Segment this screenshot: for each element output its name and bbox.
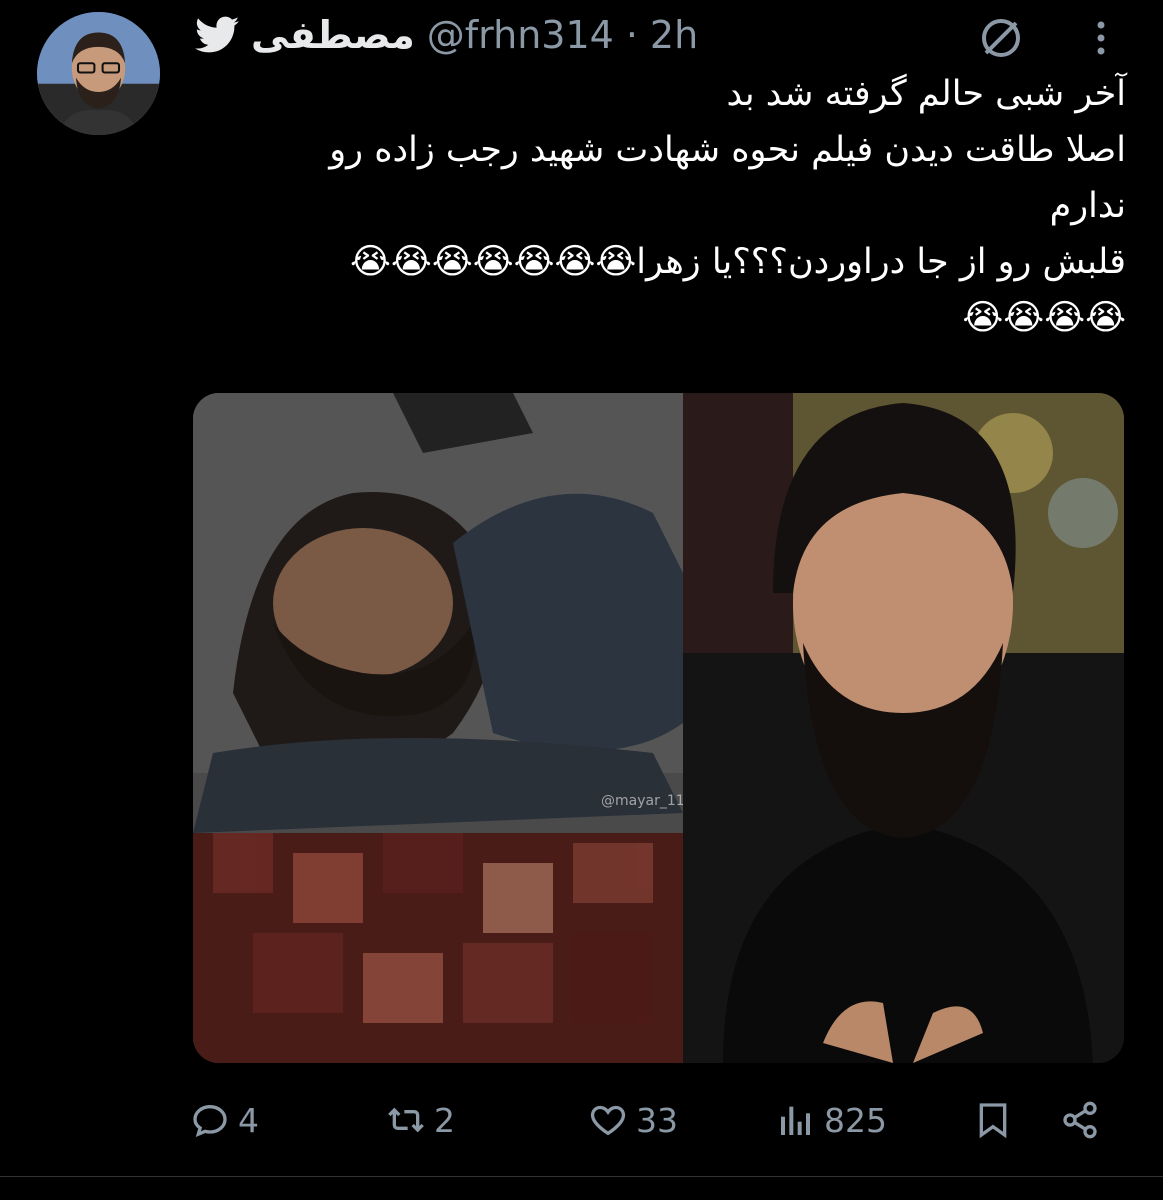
- reply-icon: [193, 1104, 227, 1138]
- tweet-text-line: اصلا طاقت دیدن فیلم نحوه شهادت شهید رجب …: [329, 130, 1126, 170]
- twitter-bird-icon: [195, 16, 239, 53]
- reply-count: 4: [238, 1100, 259, 1140]
- retweet-icon: [388, 1107, 424, 1133]
- share-button[interactable]: [1060, 1094, 1100, 1146]
- views-icon: [781, 1106, 810, 1135]
- more-options-icon[interactable]: [1086, 18, 1116, 58]
- tweet-media[interactable]: @mayar_110: [193, 393, 1124, 1063]
- retweet-count: 2: [434, 1100, 455, 1140]
- separator-dot: ·: [625, 13, 638, 57]
- retweet-button[interactable]: 2: [386, 1094, 455, 1146]
- tweet-actions: 4 2 33 825: [190, 1094, 1110, 1146]
- media-photo-right[interactable]: [683, 393, 1124, 1063]
- bookmark-icon: [979, 1103, 1007, 1139]
- timestamp[interactable]: 2h: [650, 13, 698, 57]
- bookmark-button[interactable]: [973, 1094, 1013, 1146]
- author-handle[interactable]: @frhn314: [427, 13, 614, 57]
- heart-icon: [590, 1105, 626, 1136]
- avatar[interactable]: [37, 12, 160, 135]
- tweet-text-line: آخر شبی حالم گرفته شد بد: [726, 74, 1126, 114]
- media-photo-left[interactable]: @mayar_110: [193, 393, 694, 1063]
- views-button[interactable]: 825: [776, 1094, 887, 1146]
- tweet-text: آخر شبی حالم گرفته شد بد اصلا طاقت دیدن …: [190, 66, 1126, 346]
- tweet-header: مصطفی @frhn314 · 2h: [195, 10, 698, 60]
- divider: [0, 1176, 1163, 1177]
- views-count: 825: [824, 1100, 887, 1140]
- reply-button[interactable]: 4: [190, 1094, 259, 1146]
- author-name[interactable]: مصطفی: [251, 13, 415, 57]
- like-count: 33: [636, 1100, 678, 1140]
- share-icon: [1063, 1101, 1097, 1139]
- tweet-text-line: ندارم: [1049, 186, 1126, 226]
- not-interested-icon[interactable]: [977, 14, 1025, 62]
- like-button[interactable]: 33: [588, 1094, 678, 1146]
- tweet-text-line: قلبش رو از جا دراوردن؟؟؟یا زهرا😭😭😭😭😭😭😭: [350, 242, 1126, 282]
- media-watermark: @mayar_110: [601, 793, 694, 809]
- tweet-text-line: 😭😭😭😭: [962, 298, 1126, 338]
